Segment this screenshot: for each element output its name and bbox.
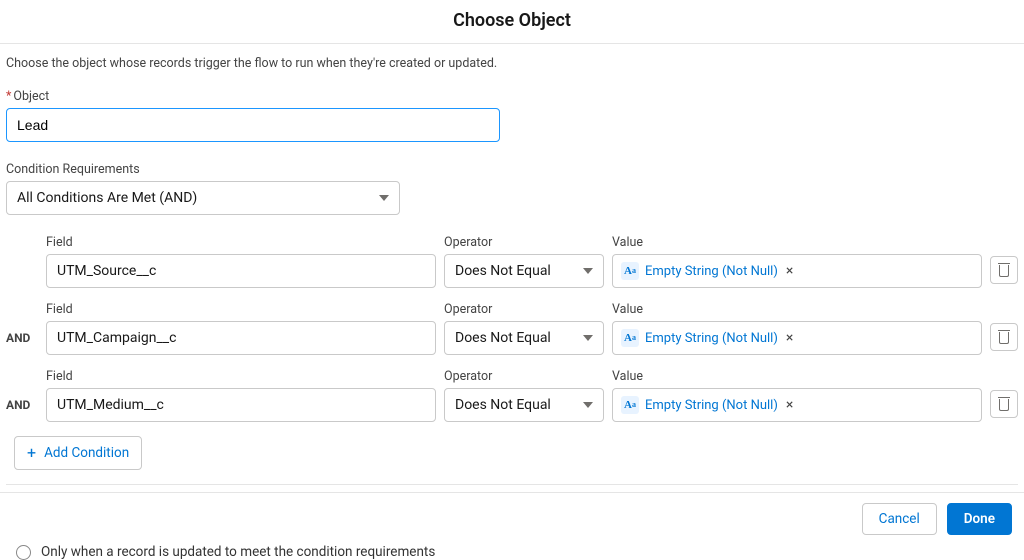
- run-option-only-when[interactable]: Only when a record is updated to meet th…: [16, 544, 1018, 560]
- chevron-down-icon: [583, 335, 593, 341]
- value-pill: Aa Empty String (Not Null) ×: [621, 329, 795, 347]
- field-input[interactable]: UTM_Campaign__c: [46, 321, 436, 355]
- operator-header: Operator: [444, 235, 604, 250]
- value-pill-text: Empty String (Not Null): [645, 264, 778, 279]
- chevron-down-icon: [583, 268, 593, 274]
- logic-cell: AND: [6, 331, 38, 355]
- value-pill: Aa Empty String (Not Null) ×: [621, 396, 795, 414]
- remove-pill-icon[interactable]: ×: [784, 331, 795, 345]
- field-header: Field: [46, 302, 436, 317]
- operator-select[interactable]: Does Not Equal: [444, 254, 604, 288]
- delete-row-button[interactable]: [990, 390, 1018, 418]
- operator-value: Does Not Equal: [455, 397, 551, 413]
- footer: Cancel Done: [0, 492, 1024, 545]
- trash-icon: [998, 397, 1010, 411]
- logic-cell: [6, 278, 38, 288]
- condition-row: AND Field UTM_Campaign__c Operator Does …: [6, 302, 1018, 355]
- add-condition-label: Add Condition: [44, 445, 129, 461]
- value-pill-text: Empty String (Not Null): [645, 398, 778, 413]
- value-pill-text: Empty String (Not Null): [645, 331, 778, 346]
- logic-cell: AND: [6, 398, 38, 422]
- remove-pill-icon[interactable]: ×: [784, 264, 795, 278]
- operator-select[interactable]: Does Not Equal: [444, 321, 604, 355]
- value-header: Value: [612, 369, 982, 384]
- add-condition-button[interactable]: + Add Condition: [14, 436, 142, 470]
- object-input[interactable]: [6, 108, 500, 142]
- condition-row: Field UTM_Source__c Operator Does Not Eq…: [6, 235, 1018, 288]
- cancel-button[interactable]: Cancel: [862, 503, 937, 535]
- page-title: Choose Object: [0, 0, 1024, 43]
- field-input[interactable]: UTM_Source__c: [46, 254, 436, 288]
- condition-requirements-value: All Conditions Are Met (AND): [17, 190, 197, 206]
- remove-pill-icon[interactable]: ×: [784, 398, 795, 412]
- condition-row: AND Field UTM_Medium__c Operator Does No…: [6, 369, 1018, 422]
- value-pill: Aa Empty String (Not Null) ×: [621, 262, 795, 280]
- text-type-icon: Aa: [621, 396, 639, 414]
- radio-icon: [16, 545, 31, 560]
- divider: [6, 484, 1018, 485]
- plus-icon: +: [27, 445, 36, 461]
- trash-icon: [998, 330, 1010, 344]
- condition-requirements-select[interactable]: All Conditions Are Met (AND): [6, 181, 400, 215]
- value-header: Value: [612, 302, 982, 317]
- operator-header: Operator: [444, 369, 604, 384]
- value-input[interactable]: Aa Empty String (Not Null) ×: [612, 254, 982, 288]
- field-value: UTM_Campaign__c: [57, 330, 176, 346]
- condition-requirements-label: Condition Requirements: [6, 162, 1018, 177]
- value-header: Value: [612, 235, 982, 250]
- delete-row-button[interactable]: [990, 256, 1018, 284]
- field-header: Field: [46, 369, 436, 384]
- chevron-down-icon: [583, 402, 593, 408]
- object-label: Object: [6, 89, 1018, 104]
- operator-select[interactable]: Does Not Equal: [444, 388, 604, 422]
- text-type-icon: Aa: [621, 262, 639, 280]
- operator-value: Does Not Equal: [455, 263, 551, 279]
- text-type-icon: Aa: [621, 329, 639, 347]
- chevron-down-icon: [379, 195, 389, 201]
- value-input[interactable]: Aa Empty String (Not Null) ×: [612, 321, 982, 355]
- radio-label: Only when a record is updated to meet th…: [41, 544, 435, 560]
- description-text: Choose the object whose records trigger …: [6, 56, 1018, 71]
- done-button[interactable]: Done: [947, 503, 1012, 535]
- trash-icon: [998, 263, 1010, 277]
- value-input[interactable]: Aa Empty String (Not Null) ×: [612, 388, 982, 422]
- field-value: UTM_Source__c: [57, 263, 156, 279]
- operator-header: Operator: [444, 302, 604, 317]
- delete-row-button[interactable]: [990, 323, 1018, 351]
- field-value: UTM_Medium__c: [57, 397, 164, 413]
- operator-value: Does Not Equal: [455, 330, 551, 346]
- field-input[interactable]: UTM_Medium__c: [46, 388, 436, 422]
- field-header: Field: [46, 235, 436, 250]
